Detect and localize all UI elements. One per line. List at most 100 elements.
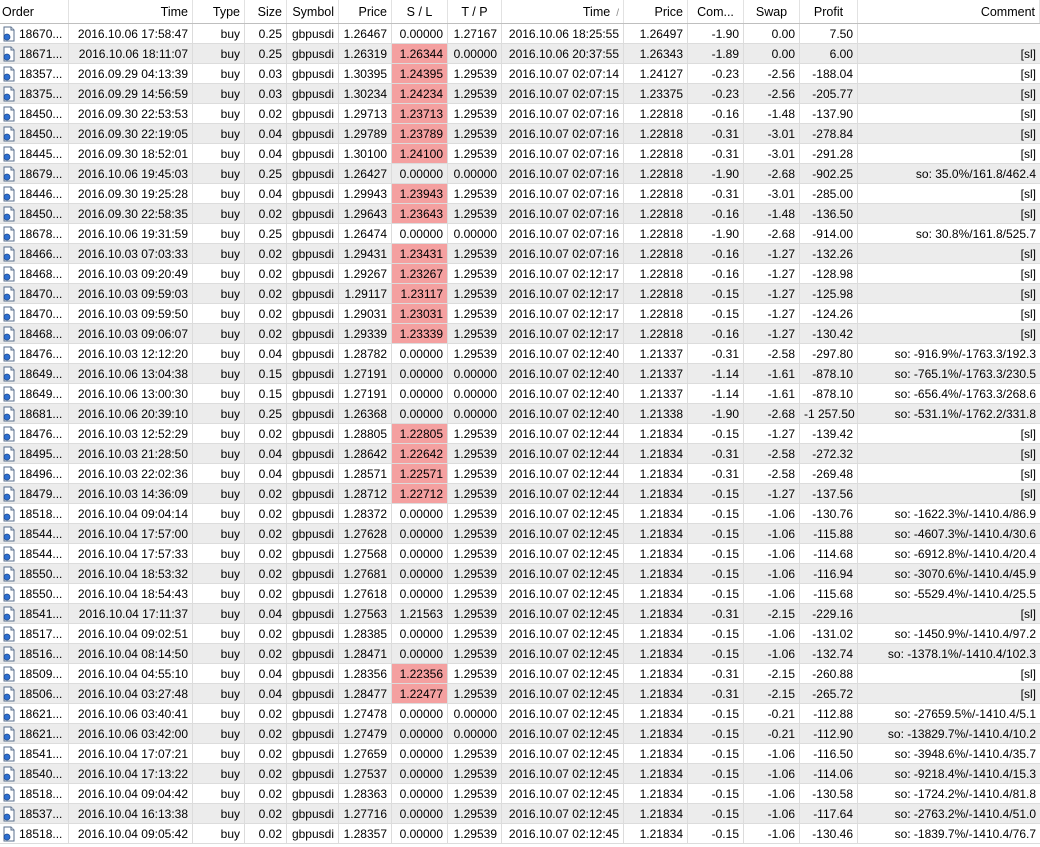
table-row[interactable]: 18495... 2016.10.03 21:28:50 buy 0.04 gb… <box>0 444 1040 464</box>
table-row[interactable]: 18450... 2016.09.30 22:19:05 buy 0.04 gb… <box>0 124 1040 144</box>
type-cell: buy <box>193 484 245 503</box>
table-row[interactable]: 18544... 2016.10.04 17:57:00 buy 0.02 gb… <box>0 524 1040 544</box>
table-row[interactable]: 18671... 2016.10.06 18:11:07 buy 0.25 gb… <box>0 44 1040 64</box>
swap-cell: -3.01 <box>744 184 800 203</box>
column-header-order[interactable]: Order <box>0 0 69 23</box>
column-header-size[interactable]: Size <box>245 0 287 23</box>
column-header-type[interactable]: Type <box>193 0 245 23</box>
close-price-cell: 1.21337 <box>624 364 688 383</box>
symbol-cell: gbpusdi <box>287 404 339 423</box>
table-row[interactable]: 18544... 2016.10.04 17:57:33 buy 0.02 gb… <box>0 544 1040 564</box>
close-price-cell: 1.26497 <box>624 24 688 43</box>
table-row[interactable]: 18518... 2016.10.04 09:04:42 buy 0.02 gb… <box>0 784 1040 804</box>
table-row[interactable]: 18649... 2016.10.06 13:04:38 buy 0.15 gb… <box>0 364 1040 384</box>
type-cell: buy <box>193 564 245 583</box>
column-header-close-time[interactable]: Time / <box>502 0 624 23</box>
table-row[interactable]: 18649... 2016.10.06 13:00:30 buy 0.15 gb… <box>0 384 1040 404</box>
open-price-cell: 1.27716 <box>339 804 392 823</box>
stop-loss-cell: 0.00000 <box>392 784 448 803</box>
size-cell: 0.02 <box>245 284 287 303</box>
column-header-symbol[interactable]: Symbol <box>287 0 339 23</box>
table-row[interactable]: 18679... 2016.10.06 19:45:03 buy 0.25 gb… <box>0 164 1040 184</box>
table-row[interactable]: 18357... 2016.09.29 04:13:39 buy 0.03 gb… <box>0 64 1040 84</box>
order-number: 18518... <box>19 506 63 521</box>
table-row[interactable]: 18678... 2016.10.06 19:31:59 buy 0.25 gb… <box>0 224 1040 244</box>
table-row[interactable]: 18479... 2016.10.03 14:36:09 buy 0.02 gb… <box>0 484 1040 504</box>
table-row[interactable]: 18496... 2016.10.03 22:02:36 buy 0.04 gb… <box>0 464 1040 484</box>
table-row[interactable]: 18670... 2016.10.06 17:58:47 buy 0.25 gb… <box>0 24 1040 44</box>
document-trade-icon <box>2 46 16 62</box>
close-price-cell: 1.21834 <box>624 484 688 503</box>
column-header-commission[interactable]: Com... <box>688 0 744 23</box>
type-cell: buy <box>193 604 245 623</box>
comment-cell: so: -6912.8%/-1410.4/20.4 <box>894 547 1036 561</box>
table-row[interactable]: 18537... 2016.10.04 16:13:38 buy 0.02 gb… <box>0 804 1040 824</box>
table-row[interactable]: 18541... 2016.10.04 17:11:37 buy 0.04 gb… <box>0 604 1040 624</box>
stop-loss-cell: 1.23117 <box>392 284 448 303</box>
column-header-comment[interactable]: Comment <box>858 0 1040 23</box>
table-row[interactable]: 18506... 2016.10.04 03:27:48 buy 0.04 gb… <box>0 684 1040 704</box>
column-header-profit[interactable]: Profit <box>800 0 858 23</box>
column-header-price[interactable]: Price <box>339 0 392 23</box>
size-cell: 0.04 <box>245 464 287 483</box>
table-row[interactable]: 18541... 2016.10.04 17:07:21 buy 0.02 gb… <box>0 744 1040 764</box>
order-cell: 18450... <box>0 104 69 123</box>
open-price-cell: 1.27191 <box>339 364 392 383</box>
table-row[interactable]: 18470... 2016.10.03 09:59:03 buy 0.02 gb… <box>0 284 1040 304</box>
table-row[interactable]: 18518... 2016.10.04 09:04:14 buy 0.02 gb… <box>0 504 1040 524</box>
table-row[interactable]: 18470... 2016.10.03 09:59:50 buy 0.02 gb… <box>0 304 1040 324</box>
symbol-cell: gbpusdi <box>287 624 339 643</box>
table-row[interactable]: 18518... 2016.10.04 09:05:42 buy 0.02 gb… <box>0 824 1040 844</box>
order-number: 18506... <box>19 686 63 701</box>
document-trade-icon <box>2 526 16 542</box>
comment-cell: so: -5529.4%/-1410.4/25.5 <box>894 587 1036 601</box>
table-row[interactable]: 18517... 2016.10.04 09:02:51 buy 0.02 gb… <box>0 624 1040 644</box>
table-row[interactable]: 18375... 2016.09.29 14:56:59 buy 0.03 gb… <box>0 84 1040 104</box>
order-cell: 18517... <box>0 624 69 643</box>
table-row[interactable]: 18621... 2016.10.06 03:42:00 buy 0.02 gb… <box>0 724 1040 744</box>
table-row[interactable]: 18468... 2016.10.03 09:20:49 buy 0.02 gb… <box>0 264 1040 284</box>
table-row[interactable]: 18621... 2016.10.06 03:40:41 buy 0.02 gb… <box>0 704 1040 724</box>
table-row[interactable]: 18681... 2016.10.06 20:39:10 buy 0.25 gb… <box>0 404 1040 424</box>
column-header-label: Price <box>358 5 387 19</box>
close-price-cell: 1.21834 <box>624 644 688 663</box>
close-price-cell: 1.21834 <box>624 744 688 763</box>
comment-cell: [sl] <box>1020 247 1036 261</box>
column-header-time[interactable]: Time <box>69 0 193 23</box>
table-row[interactable]: 18446... 2016.09.30 19:25:28 buy 0.04 gb… <box>0 184 1040 204</box>
column-header-tp[interactable]: T / P <box>448 0 502 23</box>
profit-cell: -116.50 <box>800 744 858 763</box>
table-row[interactable]: 18445... 2016.09.30 18:52:01 buy 0.04 gb… <box>0 144 1040 164</box>
table-row[interactable]: 18509... 2016.10.04 04:55:10 buy 0.04 gb… <box>0 664 1040 684</box>
comment-cell: so: -916.9%/-1763.3/192.3 <box>894 347 1036 361</box>
open-price-cell: 1.28782 <box>339 344 392 363</box>
commission-cell: -0.15 <box>688 824 744 843</box>
column-header-swap[interactable]: Swap <box>744 0 800 23</box>
symbol-cell: gbpusdi <box>287 824 339 843</box>
table-row[interactable]: 18550... 2016.10.04 18:54:43 buy 0.02 gb… <box>0 584 1040 604</box>
stop-loss-cell: 0.00000 <box>392 364 448 383</box>
close-time-cell: 2016.10.07 02:07:16 <box>502 144 624 163</box>
profit-cell: -1 257.50 <box>800 404 858 423</box>
table-row[interactable]: 18450... 2016.09.30 22:58:35 buy 0.02 gb… <box>0 204 1040 224</box>
open-price-cell: 1.29643 <box>339 204 392 223</box>
table-row[interactable]: 18450... 2016.09.30 22:53:53 buy 0.02 gb… <box>0 104 1040 124</box>
table-row[interactable]: 18468... 2016.10.03 09:06:07 buy 0.02 gb… <box>0 324 1040 344</box>
column-header-close-price[interactable]: Price <box>624 0 688 23</box>
comment-cell: so: -9218.4%/-1410.4/15.3 <box>894 767 1036 781</box>
stop-loss-cell: 0.00000 <box>392 24 448 43</box>
table-row[interactable]: 18466... 2016.10.03 07:03:33 buy 0.02 gb… <box>0 244 1040 264</box>
table-row[interactable]: 18550... 2016.10.04 18:53:32 buy 0.02 gb… <box>0 564 1040 584</box>
order-number: 18550... <box>19 566 63 581</box>
open-price-cell: 1.30100 <box>339 144 392 163</box>
table-row[interactable]: 18476... 2016.10.03 12:52:29 buy 0.02 gb… <box>0 424 1040 444</box>
table-row[interactable]: 18476... 2016.10.03 12:12:20 buy 0.04 gb… <box>0 344 1040 364</box>
document-trade-icon <box>2 606 16 622</box>
table-row[interactable]: 18516... 2016.10.04 08:14:50 buy 0.02 gb… <box>0 644 1040 664</box>
commission-cell: -0.15 <box>688 704 744 723</box>
swap-cell: -1.06 <box>744 504 800 523</box>
column-header-sl[interactable]: S / L <box>392 0 448 23</box>
type-cell: buy <box>193 444 245 463</box>
symbol-cell: gbpusdi <box>287 504 339 523</box>
table-row[interactable]: 18540... 2016.10.04 17:13:22 buy 0.02 gb… <box>0 764 1040 784</box>
